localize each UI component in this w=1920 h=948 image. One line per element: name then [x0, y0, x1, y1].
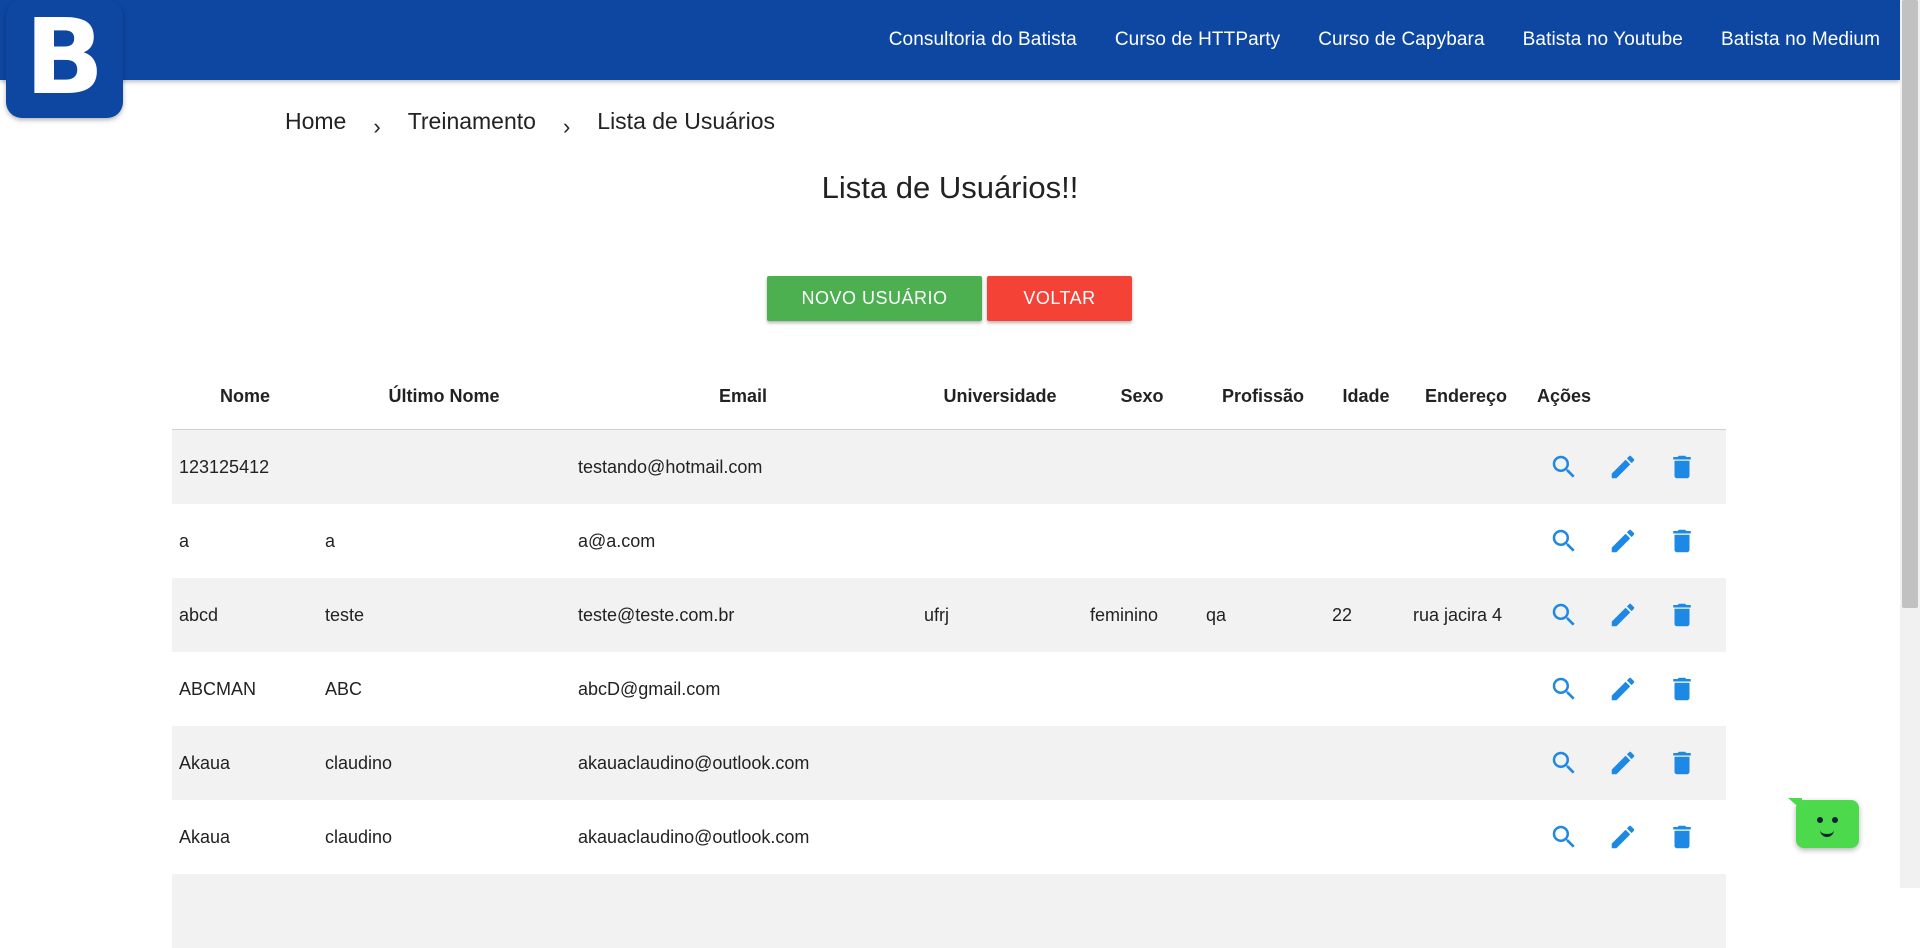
- table-row: a a a@a.com: [172, 504, 1726, 578]
- cell-endereco: rua jacira 4: [1413, 605, 1503, 625]
- main-nav: Consultoria do Batista Curso de HTTParty…: [851, 0, 1880, 80]
- cell-nome: 123125412: [179, 457, 270, 477]
- chat-widget-bot-icon[interactable]: [1788, 798, 1859, 848]
- table-row: abcd teste teste@teste.com.br ufrj feminino q…: [172, 578, 1726, 652]
- top-navbar: Consultoria do Batista Curso de HTTParty…: [0, 0, 1900, 80]
- edit-icon[interactable]: [1606, 672, 1640, 706]
- nav-link-httparty[interactable]: Curso de HTTParty: [1115, 29, 1280, 51]
- cell-nome: Akaua: [179, 753, 231, 773]
- breadcrumb-separator-icon: ›: [562, 114, 571, 139]
- header-ultimo-nome: Último Nome: [388, 386, 500, 406]
- cell-nome: a: [179, 531, 190, 551]
- cell-sexo: feminino: [1090, 605, 1159, 625]
- header-endereco: Endereço: [1424, 386, 1508, 406]
- table-body: 123125412 testando@hotmail.com a a a@a.com ab…: [172, 430, 1726, 948]
- edit-icon[interactable]: [1606, 746, 1640, 780]
- bot-mouth-icon: [1820, 827, 1834, 837]
- delete-icon[interactable]: [1665, 524, 1699, 558]
- cell-universidade: ufrj: [924, 605, 950, 625]
- search-icon[interactable]: [1547, 450, 1581, 484]
- cell-ultimo-nome: teste: [325, 605, 365, 625]
- delete-icon[interactable]: [1665, 450, 1699, 484]
- cell-email: a@a.com: [578, 531, 656, 551]
- nav-link-medium[interactable]: Batista no Medium: [1721, 29, 1880, 51]
- table-row: Akaua claudino akauaclaudino@outlook.com: [172, 800, 1726, 874]
- table-row: Akaua claudino akauaclaudino@outlook.com: [172, 726, 1726, 800]
- search-icon[interactable]: [1547, 598, 1581, 632]
- page-title: Lista de Usuários!!: [821, 170, 1079, 205]
- edit-icon[interactable]: [1606, 524, 1640, 558]
- delete-icon[interactable]: [1665, 820, 1699, 854]
- back-button[interactable]: VOLTAR: [987, 276, 1132, 321]
- edit-icon[interactable]: [1606, 450, 1640, 484]
- delete-icon[interactable]: [1665, 672, 1699, 706]
- nav-link-consultoria[interactable]: Consultoria do Batista: [889, 29, 1077, 51]
- nav-link-capybara[interactable]: Curso de Capybara: [1318, 29, 1484, 51]
- table-header: Nome Último Nome Email Universidade Sexo…: [172, 375, 1726, 430]
- users-table: Nome Último Nome Email Universidade Sexo…: [172, 375, 1726, 948]
- delete-icon[interactable]: [1665, 598, 1699, 632]
- breadcrumb-treinamento[interactable]: Treinamento: [408, 108, 536, 135]
- search-icon[interactable]: [1547, 820, 1581, 854]
- new-user-button[interactable]: NOVO USUÁRIO: [767, 276, 982, 321]
- table-row: ABCMAN ABC abcD@gmail.com: [172, 652, 1726, 726]
- search-icon[interactable]: [1547, 524, 1581, 558]
- scrollbar-thumb[interactable]: [1902, 0, 1918, 608]
- header-nome: Nome: [219, 386, 270, 406]
- edit-icon[interactable]: [1606, 820, 1640, 854]
- logo-letter: B: [24, 0, 105, 118]
- table-row: 123125412 testando@hotmail.com: [172, 430, 1726, 504]
- search-icon[interactable]: [1547, 746, 1581, 780]
- cell-ultimo-nome: claudino: [325, 827, 393, 847]
- breadcrumb-home[interactable]: Home: [285, 108, 346, 135]
- cell-nome: Akaua: [179, 827, 231, 847]
- cell-idade: 22: [1332, 605, 1353, 625]
- cell-email: testando@hotmail.com: [578, 457, 763, 477]
- cell-email: akauaclaudino@outlook.com: [578, 827, 810, 847]
- header-sexo: Sexo: [1120, 386, 1164, 406]
- delete-icon[interactable]: [1665, 746, 1699, 780]
- header-acoes: Ações: [1536, 386, 1592, 406]
- header-email: Email: [718, 386, 768, 406]
- header-profissao: Profissão: [1221, 386, 1305, 406]
- header-idade: Idade: [1342, 386, 1390, 406]
- cell-nome: ABCMAN: [179, 679, 257, 699]
- bot-eye-icon: [1817, 817, 1823, 823]
- breadcrumb-separator-icon: ›: [373, 114, 381, 139]
- cell-profissao: qa: [1206, 605, 1227, 625]
- cell-email: teste@teste.com.br: [578, 605, 735, 625]
- search-icon[interactable]: [1547, 672, 1581, 706]
- cell-email: abcD@gmail.com: [578, 679, 721, 699]
- breadcrumb-current: Lista de Usuários: [597, 107, 775, 134]
- cell-ultimo-nome: a: [325, 531, 336, 551]
- edit-icon[interactable]: [1606, 598, 1640, 632]
- table-row: [172, 874, 1726, 948]
- cell-email: akauaclaudino@outlook.com: [578, 753, 810, 773]
- brand-logo[interactable]: B: [6, 0, 123, 118]
- bot-eye-icon: [1832, 817, 1838, 823]
- cell-ultimo-nome: ABC: [325, 679, 363, 699]
- cell-ultimo-nome: claudino: [325, 753, 393, 773]
- breadcrumb: Home › Treinamento › Lista de Usuários: [285, 106, 802, 140]
- cell-nome: abcd: [179, 605, 219, 625]
- header-universidade: Universidade: [943, 386, 1057, 406]
- nav-link-youtube[interactable]: Batista no Youtube: [1523, 29, 1683, 51]
